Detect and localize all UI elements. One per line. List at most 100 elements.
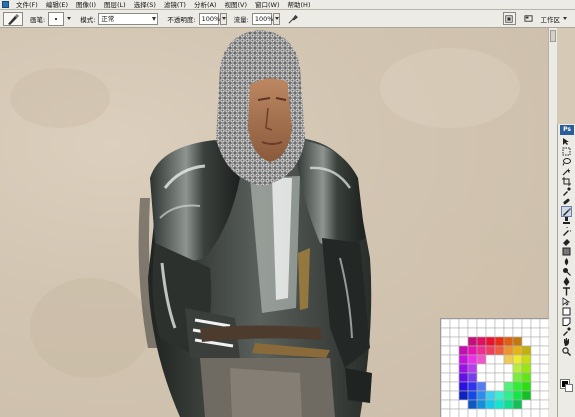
color-swatch-cell[interactable] xyxy=(458,408,469,417)
color-swatch-cell[interactable] xyxy=(512,408,523,417)
menu-edit[interactable]: 编辑(E) xyxy=(42,0,72,10)
color-swatch-cell[interactable] xyxy=(476,345,487,356)
color-swatch-cell[interactable] xyxy=(449,354,460,365)
blur-tool[interactable] xyxy=(562,257,571,266)
color-swatch-cell[interactable] xyxy=(476,336,487,347)
color-swatch-cell[interactable] xyxy=(503,408,514,417)
color-swatch-cell[interactable] xyxy=(539,336,549,347)
eyedropper-tool[interactable] xyxy=(562,187,571,196)
color-swatch-cell[interactable] xyxy=(485,399,496,410)
tool-preset-picker[interactable] xyxy=(3,11,23,26)
color-swatch-cell[interactable] xyxy=(521,345,532,356)
color-swatch-cell[interactable] xyxy=(449,327,460,338)
file-browser-button[interactable] xyxy=(502,12,516,25)
color-swatch-cell[interactable] xyxy=(441,354,451,365)
color-swatch-cell[interactable] xyxy=(521,319,532,329)
color-swatch-cell[interactable] xyxy=(530,327,541,338)
color-swatch-cell[interactable] xyxy=(485,345,496,356)
color-swatch-cell[interactable] xyxy=(539,372,549,383)
color-swatch-cell[interactable] xyxy=(512,372,523,383)
color-swatch-cell[interactable] xyxy=(449,381,460,392)
color-swatch-cell[interactable] xyxy=(467,327,478,338)
airbrush-button[interactable] xyxy=(287,12,300,25)
color-swatch-cell[interactable] xyxy=(485,336,496,347)
color-swatch-cell[interactable] xyxy=(539,354,549,365)
color-swatch-cell[interactable] xyxy=(441,399,451,410)
color-swatch-cell[interactable] xyxy=(494,372,505,383)
color-swatch-cell[interactable] xyxy=(530,319,541,329)
magic-wand-tool[interactable] xyxy=(562,167,571,176)
color-swatch-cell[interactable] xyxy=(485,327,496,338)
healing-tool[interactable] xyxy=(562,197,571,206)
background-color-swatch[interactable] xyxy=(565,384,573,392)
color-swatch-cell[interactable] xyxy=(512,354,523,365)
color-swatch-cell[interactable] xyxy=(530,390,541,401)
color-swatch-cell[interactable] xyxy=(467,345,478,356)
color-swatch-cell[interactable] xyxy=(441,336,451,347)
color-swatch-cell[interactable] xyxy=(494,399,505,410)
lasso-tool[interactable] xyxy=(562,157,571,166)
color-swatch-cell[interactable] xyxy=(449,363,460,374)
color-swatch-grid[interactable] xyxy=(440,318,549,417)
color-swatch-cell[interactable] xyxy=(521,327,532,338)
crop-tool[interactable] xyxy=(562,177,571,186)
color-swatch-cell[interactable] xyxy=(503,390,514,401)
color-swatch-cell[interactable] xyxy=(485,381,496,392)
color-swatch-cell[interactable] xyxy=(467,336,478,347)
color-swatch-cell[interactable] xyxy=(539,363,549,374)
color-swatch-cell[interactable] xyxy=(494,390,505,401)
color-swatch-cell[interactable] xyxy=(503,327,514,338)
color-swatch-cell[interactable] xyxy=(476,363,487,374)
path-select-tool[interactable] xyxy=(562,297,571,306)
color-swatch-cell[interactable] xyxy=(458,354,469,365)
pen-tool[interactable] xyxy=(562,277,571,286)
color-swatch-cell[interactable] xyxy=(458,390,469,401)
color-swatch-cell[interactable] xyxy=(512,390,523,401)
history-brush-tool[interactable] xyxy=(562,227,571,236)
color-swatch-cell[interactable] xyxy=(494,319,505,329)
color-swatch-cell[interactable] xyxy=(530,363,541,374)
color-swatch-cell[interactable] xyxy=(458,372,469,383)
color-swatch-cell[interactable] xyxy=(449,390,460,401)
color-swatch-cell[interactable] xyxy=(467,408,478,417)
color-swatch-cell[interactable] xyxy=(521,354,532,365)
color-swatch-cell[interactable] xyxy=(521,390,532,401)
mode-select[interactable]: 正常 xyxy=(98,12,159,25)
color-swatch-cell[interactable] xyxy=(512,345,523,356)
color-swatch-cell[interactable] xyxy=(494,408,505,417)
scrollbar-thumb[interactable] xyxy=(550,30,556,42)
color-swatch-cell[interactable] xyxy=(467,390,478,401)
menu-select[interactable]: 选择(S) xyxy=(130,0,160,10)
vertical-scrollbar[interactable] xyxy=(548,28,557,417)
color-swatch-cell[interactable] xyxy=(449,372,460,383)
color-swatch-cell[interactable] xyxy=(503,399,514,410)
type-tool[interactable] xyxy=(562,287,571,296)
color-swatch-cell[interactable] xyxy=(467,372,478,383)
brush-picker[interactable] xyxy=(48,11,65,26)
brush-dropdown-arrow[interactable] xyxy=(67,17,72,20)
color-swatch-cell[interactable] xyxy=(449,319,460,329)
menu-layer[interactable]: 图层(L) xyxy=(100,0,130,10)
color-swatch-cell[interactable] xyxy=(521,399,532,410)
color-swatch-cell[interactable] xyxy=(503,354,514,365)
eraser-tool[interactable] xyxy=(562,237,571,246)
notes-tool[interactable] xyxy=(562,317,571,326)
color-swatch-cell[interactable] xyxy=(503,363,514,374)
color-swatch-cell[interactable] xyxy=(441,363,451,374)
color-swatch-cell[interactable] xyxy=(539,381,549,392)
color-swatch-cell[interactable] xyxy=(476,372,487,383)
color-swatch-cell[interactable] xyxy=(539,390,549,401)
color-swatch-cell[interactable] xyxy=(476,327,487,338)
color-swatch-cell[interactable] xyxy=(539,319,549,329)
menu-help[interactable]: 帮助(H) xyxy=(284,0,315,10)
color-swatch-cell[interactable] xyxy=(530,345,541,356)
color-swatch-cell[interactable] xyxy=(494,354,505,365)
eyedropper2-tool[interactable] xyxy=(562,327,571,336)
gradient-tool[interactable] xyxy=(562,247,571,256)
color-swatch-cell[interactable] xyxy=(494,345,505,356)
color-swatch-cell[interactable] xyxy=(485,319,496,329)
color-swatch-cell[interactable] xyxy=(530,399,541,410)
color-swatch-cell[interactable] xyxy=(449,345,460,356)
color-swatch-cell[interactable] xyxy=(503,319,514,329)
opacity-field[interactable]: 100% xyxy=(198,12,220,25)
